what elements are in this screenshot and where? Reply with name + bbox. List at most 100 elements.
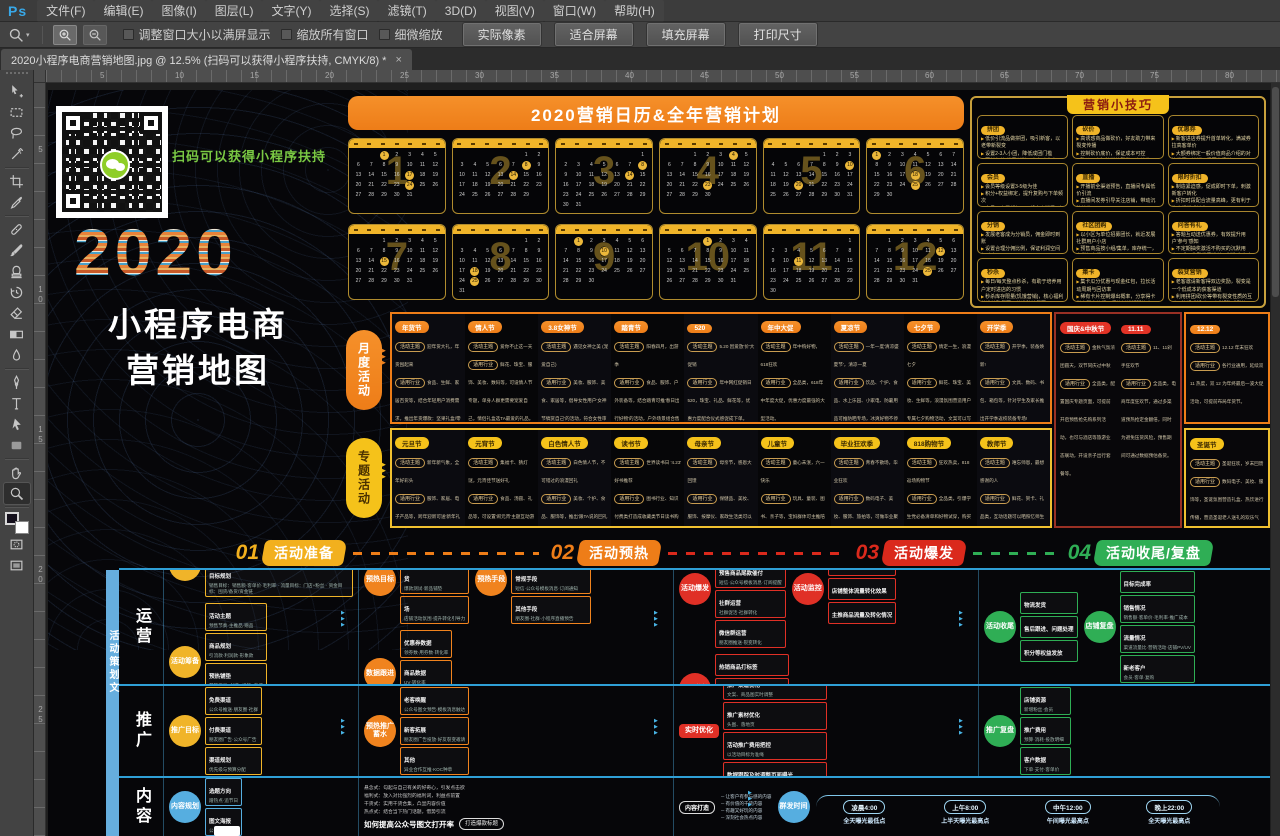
panel-grip[interactable] (6, 72, 28, 78)
move-tool[interactable] (4, 81, 30, 102)
tip-label: 社区团购 (1076, 222, 1112, 231)
menu-帮助(H)[interactable]: 帮助(H) (605, 0, 664, 22)
tip-label: 限时折扣 (1172, 174, 1208, 183)
zoom-tool-preset[interactable]: ▾ (6, 25, 32, 45)
history-brush-tool[interactable] (4, 282, 30, 303)
mindmap-grid: 运营目标规划目标拆解复盘2019年活动效果 · 设定同比增长率 · 推广预算目标… (119, 568, 1270, 836)
zoom-out-button[interactable] (83, 25, 107, 45)
activity-theme: 活动主题白色情人节，不可错过的浪漫回礼 (541, 451, 608, 487)
eraser-tool[interactable] (4, 303, 30, 324)
activity-industry: 适用行业食品、汤圆、礼品等，可设置'闹元宵'主题互动游戏搭配进行促销。 (468, 487, 535, 526)
ruler-label: 5 (100, 71, 104, 80)
menu-bar: Ps 文件(F)编辑(E)图像(I)图层(L)文字(Y)选择(S)滤镜(T)3D… (0, 0, 1280, 22)
activity-theme: 活动主题世界读书日 '4.23' 好书推荐 (614, 451, 681, 487)
tip-bullet: ▶以小区为单位招募团长，就近发展社群用户小店 (1076, 232, 1159, 247)
ruler-label: 65 (1000, 71, 1009, 80)
实际像素-button[interactable]: 实际像素 (463, 23, 541, 46)
tool-group-separator (5, 458, 29, 460)
formula-bottom: 如何提高公众号图文打开率打造爆款标题 (364, 818, 504, 830)
time-note: 全天曝光最低点 (843, 816, 885, 825)
rect-marquee-tool[interactable] (4, 102, 30, 123)
pen-tool[interactable] (4, 372, 30, 393)
crop-tool[interactable] (4, 171, 30, 192)
menu-图层(L)[interactable]: 图层(L) (206, 0, 263, 22)
checkbox-缩放所有窗口[interactable]: 缩放所有窗口 (281, 26, 369, 43)
lasso-tool[interactable] (4, 123, 30, 144)
填充屏幕-button[interactable]: 填充屏幕 (647, 23, 725, 46)
menu-滤镜(T)[interactable]: 滤镜(T) (378, 0, 435, 22)
tip-bullet: ▶预售商品按小组/集单，库存统一，直发与自提 (1076, 246, 1159, 254)
gradient-icon (9, 327, 24, 342)
brush-tool[interactable] (4, 240, 30, 261)
适合屏幕-button[interactable]: 适合屏幕 (555, 23, 633, 46)
hand-tool[interactable] (4, 462, 30, 483)
zoom-tool[interactable] (4, 483, 30, 504)
ruler-label: 20 (325, 71, 334, 80)
checkbox-调整窗口大小以满屏显示[interactable]: 调整窗口大小以满屏显示 (123, 26, 271, 43)
menu-文件(F)[interactable]: 文件(F) (37, 0, 94, 22)
move-icon (9, 84, 24, 99)
color-swatches[interactable] (5, 512, 29, 534)
activity-industry: 适用行业文具、数码、书包、箱包等，针对学生及家长推出开学季返校装备专场! (980, 371, 1047, 422)
tools-panel (0, 70, 34, 836)
background-color[interactable] (15, 521, 29, 534)
checkbox-icon (281, 29, 292, 40)
flow-arrows-icon: ▶ ▶ ▶ (959, 610, 963, 628)
ruler-label: 5 (36, 145, 45, 155)
calendar-month-10: 1012345678910111213141516171819202122232… (659, 224, 757, 300)
quick-mask-button[interactable] (4, 534, 30, 555)
checkbox-label: 细微缩放 (395, 26, 443, 43)
mind-item: 选题方向蹭热点·追节日 (205, 778, 242, 806)
horizontal-ruler[interactable]: 5101520253035404550556065707580 (46, 70, 1280, 83)
menu-窗口(W)[interactable]: 窗口(W) (544, 0, 605, 22)
tip-bullet: ▶砍价用户沉淀进社群做二次转化 (1076, 158, 1159, 159)
menu-文字(Y)[interactable]: 文字(Y) (262, 0, 320, 22)
activity-column-白色情人节: 白色情人节活动主题白色情人节，不可错过的浪漫回礼适用行业美妆、个护、食品、服饰等… (538, 430, 611, 526)
magic-wand-tool[interactable] (4, 144, 30, 165)
clone-stamp-tool[interactable] (4, 261, 30, 282)
tip-bullet: ▶稀有卡片控制爆出概率，分享得卡带来裂变传播，保持长线活跃热度 (1076, 294, 1159, 302)
activity-theme: 活动主题难忘师恩，最想感谢的人 (980, 451, 1047, 487)
scrollbar-thumb[interactable] (1272, 87, 1279, 297)
activity-industry: 适用行业年中网红促销日 520，珠宝、礼品、鲜花等，优惠力度配合仪式感促成下单。 (687, 371, 754, 422)
menu-编辑(E)[interactable]: 编辑(E) (94, 0, 152, 22)
blur-tool[interactable] (4, 345, 30, 366)
mind-item: 渠道规划优先级与预算分配 (205, 747, 262, 775)
document-tab[interactable]: 2020小程序电商营销地图.jpg @ 12.5% (扫码可以获得小程序扶持, … (1, 49, 412, 70)
activity-name: 开学季 (980, 321, 1014, 333)
close-icon[interactable]: × (395, 54, 401, 66)
activity-theme: 活动主题童心未泯，六一快乐 (761, 451, 828, 487)
spot-healing-tool[interactable] (4, 219, 30, 240)
magic-wand-icon (9, 147, 24, 162)
menu-选择(S)[interactable]: 选择(S) (320, 0, 378, 22)
canvas-area[interactable]: 扫码可以获得小程序扶持 2020 小程序电商 营销地图 2020营销日历&全年营… (46, 83, 1280, 836)
path-select-tool[interactable] (4, 414, 30, 435)
option-buttons: 实际像素适合屏幕填充屏幕打印尺寸 (449, 23, 817, 46)
ruler-label: 15 (250, 71, 259, 80)
marketing-tips-panel: 营销小技巧 拼团▶低价引流品做拼团，吸引新客，以老带新裂变▶设置2-3人小团，降… (970, 96, 1266, 308)
menu-图像(I)[interactable]: 图像(I) (152, 0, 205, 22)
activity-industry: 适用行业鲜花、珠宝、服饰、美妆、数码等，可设情人节专题，单身人群更需要宠爱自己，… (468, 353, 535, 422)
type-tool[interactable] (4, 393, 30, 414)
phase-01: 01活动准备 (106, 538, 345, 568)
phase-dashes (353, 552, 539, 555)
zoom-in-button[interactable] (53, 25, 77, 45)
gradient-tool[interactable] (4, 324, 30, 345)
calendar-weekday-row (349, 139, 445, 148)
eyedropper-tool[interactable] (4, 192, 30, 213)
tip-card: 问答有礼▶答题互动送优惠券，有效提升用户'参与'感知▶不定期抽奖激活不购买的沉默… (1168, 211, 1259, 255)
special-activity-band: 元旦节活动主题新年新气象，全年好彩头适用行业服饰、家居、电子产品等，跨年迎新可送… (390, 428, 1052, 528)
content-bullets: ─ 让客户有参与感的内容─ 有价值的干货内容─ 有趣又好玩的内容─ 深刻社会热点… (721, 794, 771, 821)
calendar-weekday-row (453, 225, 549, 234)
menu-3D(D)[interactable]: 3D(D) (436, 0, 486, 22)
vertical-ruler[interactable]: 510152025 (34, 83, 46, 836)
screen-mode-button[interactable] (4, 555, 30, 576)
打印尺寸-button[interactable]: 打印尺寸 (739, 23, 817, 46)
menu-视图(V)[interactable]: 视图(V) (486, 0, 544, 22)
content-cell-2: 悬念式：勾起与自己有关的好奇心，引发点击欲福利式：放入对比强烈的福利词，利益点前… (358, 778, 673, 836)
vertical-scrollbar[interactable] (1271, 83, 1280, 836)
tip-card: 直播▶开播前全渠道预告，直播间专属低价引流▶直播间发券引导关注店铺，带动沉淀转化… (1072, 163, 1163, 207)
checkbox-细微缩放[interactable]: 细微缩放 (379, 26, 443, 43)
shape-tool[interactable] (4, 435, 30, 456)
calendar-banner: 2020营销日历&全年营销计划 (348, 96, 964, 130)
